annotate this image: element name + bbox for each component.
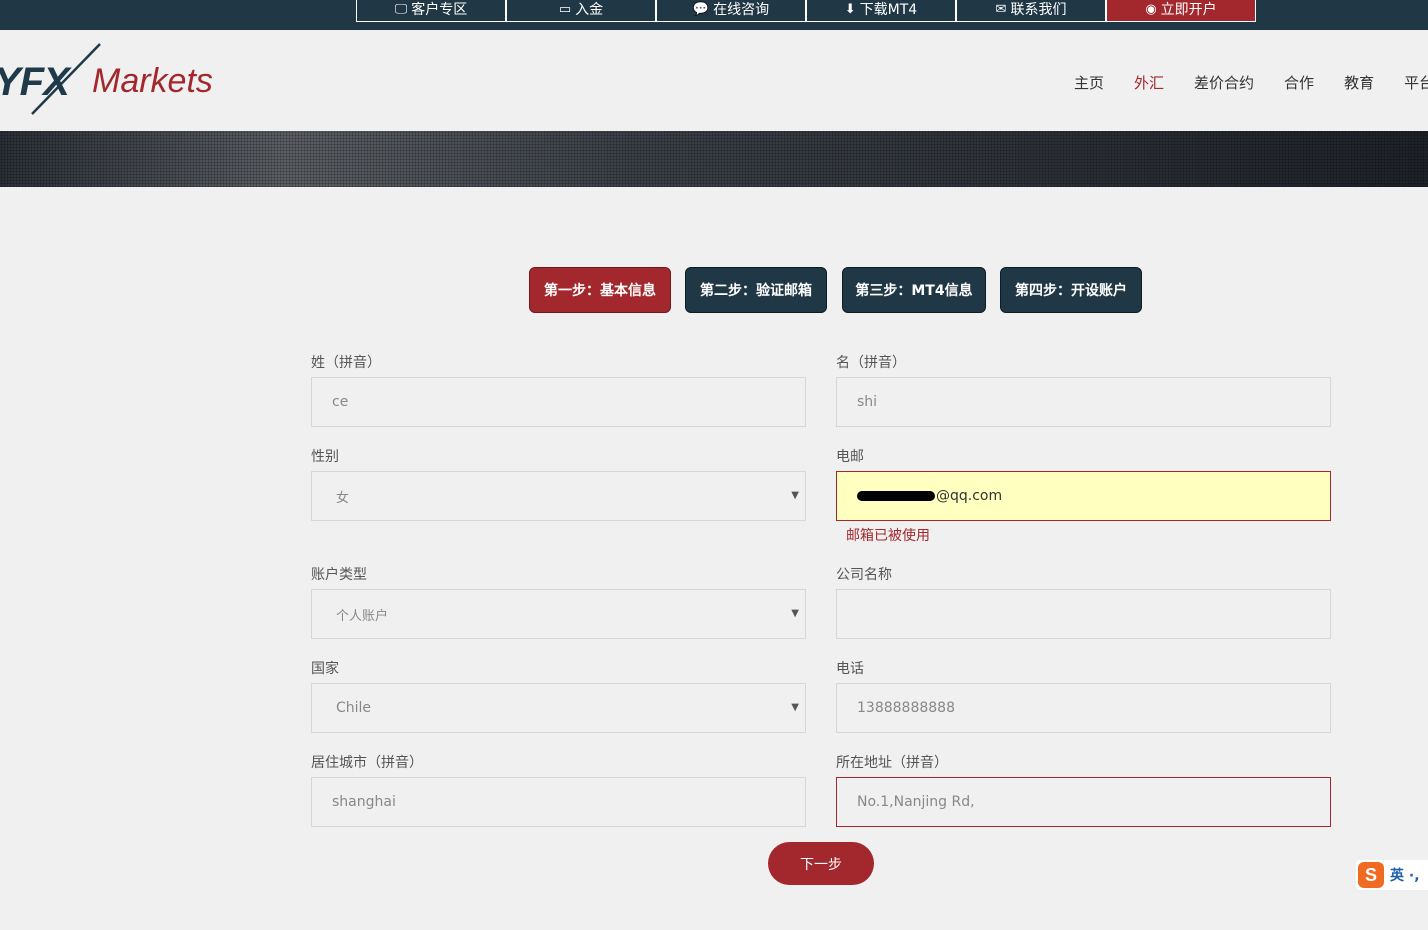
city-label: 居住城市（拼音）: [311, 755, 423, 771]
email-label: 电邮: [836, 449, 864, 465]
live-chat-label: 在线咨询: [713, 2, 770, 18]
email-value: @qq.com: [936, 488, 1003, 504]
company-label: 公司名称: [836, 567, 892, 583]
step-4-open-account[interactable]: 第四步：开设账户: [1000, 267, 1142, 313]
banner-image: [0, 131, 1428, 187]
caret-down-icon: ▼: [791, 702, 799, 713]
chat-icon: 💬: [692, 2, 710, 17]
country-select[interactable]: Chile ▼: [311, 683, 806, 733]
open-account-label: 立即开户: [1160, 2, 1217, 18]
ime-toolbar[interactable]: S 英 ·,: [1356, 860, 1428, 890]
country-label: 国家: [311, 661, 339, 677]
redaction-mark: [857, 491, 935, 501]
first-name-input[interactable]: shi: [836, 377, 1331, 427]
address-value: No.1,Nanjing Rd,: [857, 794, 975, 810]
sogou-s-icon: S: [1358, 862, 1384, 888]
next-step-button[interactable]: 下一步: [768, 842, 874, 885]
phone-value: 13888888888: [857, 700, 955, 716]
nav-item-home[interactable]: 主页: [1074, 72, 1104, 93]
nav-item-education[interactable]: 教育: [1344, 72, 1374, 93]
city-value: shanghai: [332, 794, 396, 810]
globe-icon: ◉: [1145, 2, 1157, 17]
logo[interactable]: YFX Markets: [0, 42, 234, 118]
client-area-button[interactable]: 🖵 客户专区: [356, 0, 506, 22]
last-name-value: ce: [332, 394, 349, 410]
last-name-label: 姓（拼音）: [311, 355, 381, 371]
gender-label: 性别: [311, 449, 339, 465]
download-mt4-button[interactable]: ⬇ 下载MT4: [806, 0, 956, 22]
address-input[interactable]: No.1,Nanjing Rd,: [836, 777, 1331, 827]
step-1-basic-info[interactable]: 第一步：基本信息: [529, 267, 671, 313]
main-nav: 主页 外汇 差价合约 合作 教育 平台: [1074, 72, 1428, 93]
phone-input[interactable]: 13888888888: [836, 683, 1331, 733]
contact-us-button[interactable]: ✉ 联系我们: [956, 0, 1106, 22]
email-input[interactable]: @qq.com: [836, 471, 1331, 521]
account-type-value: 个人账户: [336, 608, 389, 624]
logo-markets-text: Markets: [92, 62, 213, 100]
mail-icon: ✉: [995, 2, 1007, 17]
nav-item-platform[interactable]: 平台: [1404, 72, 1428, 93]
email-error-message: 邮箱已被使用: [846, 528, 930, 544]
address-label: 所在地址（拼音）: [836, 755, 948, 771]
open-account-button[interactable]: ◉ 立即开户: [1106, 0, 1256, 22]
logo-yfx-text: YFX: [0, 60, 70, 104]
phone-label: 电话: [836, 661, 864, 677]
download-mt4-label: 下载MT4: [859, 2, 918, 18]
step-2-verify-email[interactable]: 第二步：验证邮箱: [685, 267, 827, 313]
caret-down-icon: ▼: [791, 490, 799, 501]
contact-us-label: 联系我们: [1010, 2, 1067, 18]
company-input[interactable]: [836, 589, 1331, 639]
gender-select[interactable]: 女 ▼: [311, 471, 806, 521]
city-input[interactable]: shanghai: [311, 777, 806, 827]
step-3-mt4-info[interactable]: 第三步：MT4信息: [842, 267, 986, 313]
caret-down-icon: ▼: [791, 608, 799, 619]
country-value: Chile: [336, 700, 372, 716]
nav-item-partnership[interactable]: 合作: [1284, 72, 1314, 93]
top-utility-bar: 🖵 客户专区 ▭ 入金 💬 在线咨询 ⬇ 下载MT4 ✉ 联系我们 ◉ 立即开户: [0, 0, 1428, 30]
download-icon: ⬇: [844, 2, 856, 17]
first-name-label: 名（拼音）: [836, 355, 906, 371]
site-header: YFX Markets 主页 外汇 差价合约 合作 教育 平台: [0, 30, 1428, 131]
gender-value: 女: [336, 490, 350, 506]
monitor-icon: 🖵: [394, 2, 408, 17]
account-type-select[interactable]: 个人账户 ▼: [311, 589, 806, 639]
deposit-label: 入金: [575, 2, 604, 18]
last-name-input[interactable]: ce: [311, 377, 806, 427]
first-name-value: shi: [857, 394, 878, 410]
ime-mode-label: 英 ·,: [1390, 868, 1420, 884]
nav-item-cfd[interactable]: 差价合约: [1194, 72, 1254, 93]
deposit-button[interactable]: ▭ 入金: [506, 0, 656, 22]
client-area-label: 客户专区: [411, 2, 468, 18]
nav-item-forex[interactable]: 外汇: [1134, 72, 1164, 93]
account-type-label: 账户类型: [311, 567, 367, 583]
card-icon: ▭: [558, 2, 572, 17]
live-chat-button[interactable]: 💬 在线咨询: [656, 0, 806, 22]
